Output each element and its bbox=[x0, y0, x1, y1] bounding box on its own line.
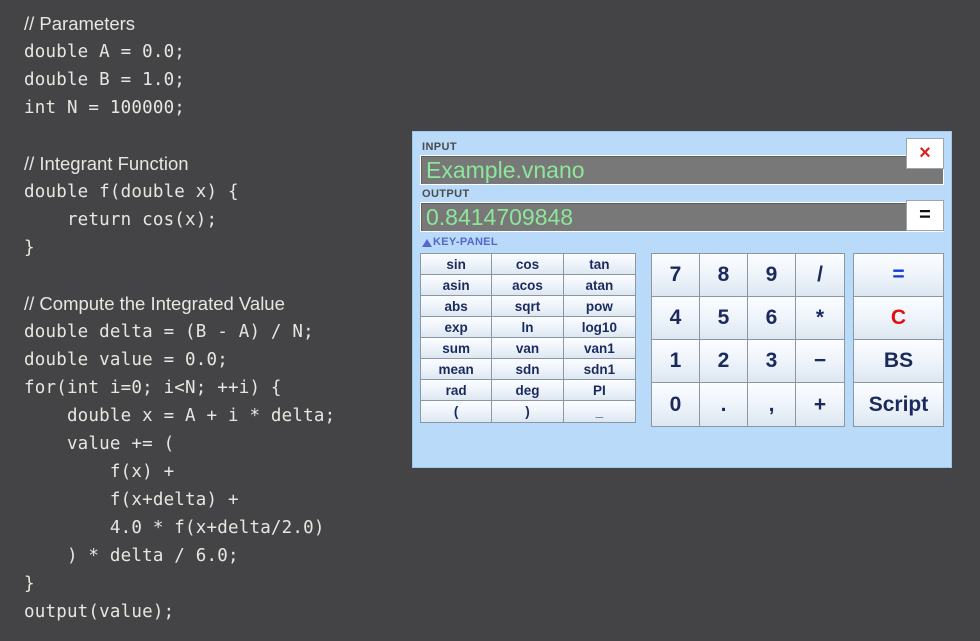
number-key[interactable]: − bbox=[796, 340, 844, 383]
code-line: double x = A + i * delta; bbox=[24, 406, 336, 426]
function-key[interactable]: abs bbox=[421, 296, 493, 317]
function-key-grid: sin cos tan asin acos atan abs sqrt pow exp ln log1… bbox=[420, 253, 636, 423]
code-comment-line: // Compute the Integrated Value bbox=[24, 293, 285, 314]
number-key[interactable]: / bbox=[796, 254, 844, 297]
number-key[interactable]: 0 bbox=[652, 383, 700, 426]
function-key[interactable]: van1 bbox=[563, 338, 635, 359]
input-row: INPUT Example.vnano bbox=[420, 140, 944, 185]
function-key[interactable]: mean bbox=[421, 359, 493, 380]
code-line: f(x+delta) + bbox=[24, 490, 239, 510]
function-key[interactable]: exp bbox=[421, 317, 493, 338]
action-key[interactable]: BS bbox=[854, 340, 943, 383]
action-key[interactable]: = bbox=[854, 254, 943, 297]
output-field[interactable]: 0.8414709848 bbox=[420, 202, 944, 232]
function-key[interactable]: asin bbox=[421, 275, 493, 296]
function-key[interactable]: _ bbox=[563, 401, 635, 422]
number-key[interactable]: * bbox=[796, 297, 844, 340]
function-key[interactable]: atan bbox=[563, 275, 635, 296]
code-line: value += ( bbox=[24, 434, 175, 454]
code-line: double B = 1.0; bbox=[24, 70, 186, 90]
code-line: double delta = (B - A) / N; bbox=[24, 322, 314, 342]
function-key[interactable]: rad bbox=[421, 380, 493, 401]
evaluate-button[interactable]: = bbox=[906, 200, 944, 231]
action-key[interactable]: Script bbox=[854, 383, 943, 426]
function-key[interactable]: sin bbox=[421, 254, 493, 275]
code-line: 4.0 * f(x+delta/2.0) bbox=[24, 518, 325, 538]
input-value: Example.vnano bbox=[426, 156, 585, 183]
function-key[interactable]: van bbox=[492, 338, 564, 359]
function-key[interactable]: ( bbox=[421, 401, 493, 422]
function-key[interactable]: ) bbox=[492, 401, 564, 422]
key-panel-toggle[interactable]: KEY-PANEL bbox=[420, 235, 944, 250]
code-line: int N = 100000; bbox=[24, 98, 186, 118]
number-key[interactable]: 4 bbox=[652, 297, 700, 340]
number-key[interactable]: 9 bbox=[748, 254, 796, 297]
input-label: INPUT bbox=[422, 141, 457, 153]
action-key-grid: = C BS Script bbox=[853, 253, 944, 427]
function-key[interactable]: log10 bbox=[563, 317, 635, 338]
triangle-up-icon bbox=[422, 238, 432, 247]
code-line: f(x) + bbox=[24, 462, 175, 482]
number-key[interactable]: 1 bbox=[652, 340, 700, 383]
function-key[interactable]: deg bbox=[492, 380, 564, 401]
function-key[interactable]: sdn bbox=[492, 359, 564, 380]
number-key[interactable]: , bbox=[748, 383, 796, 426]
output-row: OUTPUT 0.8414709848 bbox=[420, 187, 944, 232]
function-key[interactable]: PI bbox=[563, 380, 635, 401]
action-key[interactable]: C bbox=[854, 297, 943, 340]
number-key[interactable]: 2 bbox=[700, 340, 748, 383]
number-key[interactable]: 6 bbox=[748, 297, 796, 340]
code-line: for(int i=0; i<N; ++i) { bbox=[24, 378, 282, 398]
number-key[interactable]: . bbox=[700, 383, 748, 426]
number-key[interactable]: + bbox=[796, 383, 844, 426]
number-key-section: 7 8 9/ 4 5 6 * 1 2 3− 0., + = C BS Script bbox=[651, 253, 944, 427]
function-key[interactable]: acos bbox=[492, 275, 564, 296]
code-line: } bbox=[24, 238, 35, 258]
function-key[interactable]: cos bbox=[492, 254, 564, 275]
close-icon[interactable]: × bbox=[906, 138, 944, 169]
key-panel-label: KEY-PANEL bbox=[433, 236, 498, 248]
code-line: } bbox=[24, 574, 35, 594]
number-key[interactable]: 3 bbox=[748, 340, 796, 383]
output-label: OUTPUT bbox=[422, 188, 470, 200]
number-key[interactable]: 7 bbox=[652, 254, 700, 297]
number-key[interactable]: 8 bbox=[700, 254, 748, 297]
number-key[interactable]: 5 bbox=[700, 297, 748, 340]
function-key[interactable]: sum bbox=[421, 338, 493, 359]
code-comment-line: // Integrant Function bbox=[24, 153, 189, 174]
function-key[interactable]: sdn1 bbox=[563, 359, 635, 380]
number-key-grid: 7 8 9/ 4 5 6 * 1 2 3− 0., + bbox=[651, 253, 845, 427]
code-line: double value = 0.0; bbox=[24, 350, 228, 370]
code-line: return cos(x); bbox=[24, 210, 218, 230]
output-value: 0.8414709848 bbox=[426, 203, 574, 230]
keypads: sin cos tan asin acos atan abs sqrt pow exp ln log1… bbox=[420, 253, 944, 427]
code-editor: // Parameters double A = 0.0; double B = 1… bbox=[0, 0, 410, 626]
code-line: output(value); bbox=[24, 602, 175, 622]
code-line: double f(double x) { bbox=[24, 182, 239, 202]
function-key[interactable]: tan bbox=[563, 254, 635, 275]
input-field[interactable]: Example.vnano bbox=[420, 155, 944, 185]
code-line: ) * delta / 6.0; bbox=[24, 546, 239, 566]
vnano-calculator-panel: INPUT Example.vnano OUTPUT 0.8414709848 … bbox=[412, 131, 952, 468]
code-line: double A = 0.0; bbox=[24, 42, 186, 62]
function-key[interactable]: ln bbox=[492, 317, 564, 338]
function-key[interactable]: sqrt bbox=[492, 296, 564, 317]
code-comment-line: // Parameters bbox=[24, 13, 136, 34]
function-key[interactable]: pow bbox=[563, 296, 635, 317]
